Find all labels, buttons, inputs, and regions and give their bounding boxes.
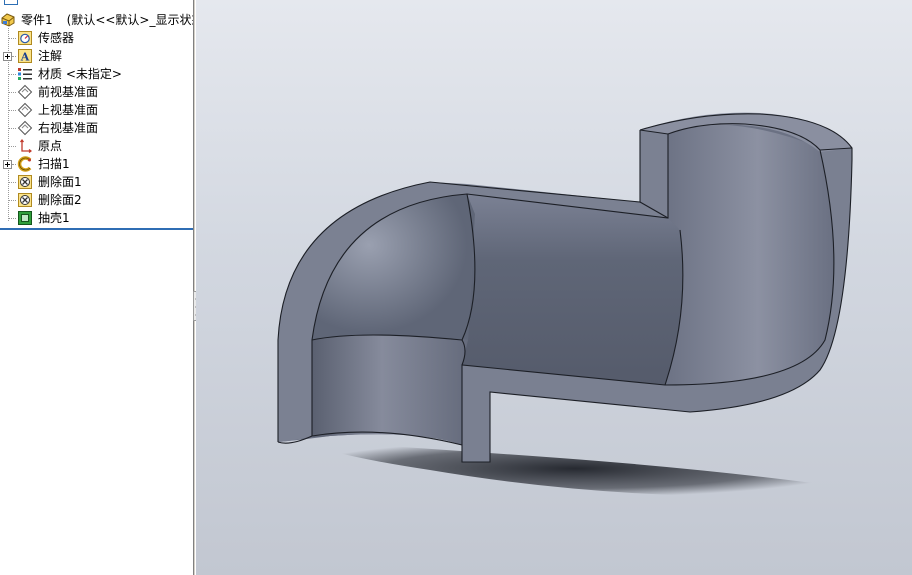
model-shadow <box>300 440 850 497</box>
part-icon <box>0 12 16 28</box>
tree-item-annotations[interactable]: A 注解 <box>17 47 62 65</box>
tree-item-label: 注解 <box>38 49 63 63</box>
pipe-body <box>277 112 853 463</box>
tree-item-sweep[interactable]: 扫描1 <box>17 155 70 173</box>
delete-face-icon <box>17 174 33 190</box>
tree-item-label: 前视基准面 <box>38 85 99 99</box>
tree-item-origin[interactable]: 原点 <box>17 137 62 155</box>
tree-connector <box>8 200 16 201</box>
sweep-icon <box>17 156 33 172</box>
feature-manager-tree: 零件1 (默认<<默认>_显示状态 传感器 A 注解 材质 <未指定> 前视基准… <box>0 0 193 575</box>
tree-connector <box>8 146 16 147</box>
tree-item-label: 传感器 <box>38 31 75 45</box>
material-icon <box>17 66 33 82</box>
tree-item-sensors[interactable]: 传感器 <box>17 29 74 47</box>
tree-item-material[interactable]: 材质 <未指定> <box>17 65 122 83</box>
expand-sweep-toggle[interactable] <box>3 160 12 169</box>
delete-face-icon <box>17 192 33 208</box>
tree-connector <box>8 110 16 111</box>
tree-item-label: 抽壳1 <box>38 211 70 225</box>
tree-connector <box>12 164 16 165</box>
tree-item-label: 扫描1 <box>38 157 70 171</box>
plane-icon <box>17 102 33 118</box>
tree-item-label: 上视基准面 <box>38 103 99 117</box>
tree-item-shell[interactable]: 抽壳1 <box>17 209 70 227</box>
tree-item-front-plane[interactable]: 前视基准面 <box>17 83 98 101</box>
shell-icon <box>17 210 33 226</box>
plane-icon <box>17 120 33 136</box>
svg-text:A: A <box>20 51 30 64</box>
graphics-area[interactable] <box>196 0 912 575</box>
tree-item-label: 原点 <box>38 139 63 153</box>
expand-annotations-toggle[interactable] <box>3 52 12 61</box>
tree-item-label: 删除面2 <box>38 193 82 207</box>
origin-icon <box>17 138 33 154</box>
tree-item-top-plane[interactable]: 上视基准面 <box>17 101 98 119</box>
tree-connector <box>8 128 16 129</box>
tree-connector <box>8 74 16 75</box>
tree-connector <box>8 218 16 219</box>
tree-item-right-plane[interactable]: 右视基准面 <box>17 119 98 137</box>
tree-connector <box>8 38 16 39</box>
sensor-icon <box>17 30 33 46</box>
plane-icon <box>17 84 33 100</box>
part-name: 零件1 <box>21 13 53 27</box>
pipe-model-view[interactable] <box>196 0 912 575</box>
rollback-bar[interactable] <box>0 228 193 230</box>
tree-scroll-stub <box>4 0 18 5</box>
tree-item-label: 右视基准面 <box>38 121 99 135</box>
tree-item-delete-face-2[interactable]: 删除面2 <box>17 191 82 209</box>
tree-root-part[interactable]: 零件1 (默认<<默认>_显示状态 <box>0 11 193 29</box>
tree-connector <box>8 182 16 183</box>
annotation-icon: A <box>17 48 33 64</box>
tree-connector <box>8 92 16 93</box>
tree-item-delete-face-1[interactable]: 删除面1 <box>17 173 82 191</box>
tree-item-label: 删除面1 <box>38 175 82 189</box>
tree-item-label: 材质 <未指定> <box>38 67 122 81</box>
part-configuration: (默认<<默认>_显示状态 <box>66 13 193 27</box>
tree-connector <box>12 56 16 57</box>
